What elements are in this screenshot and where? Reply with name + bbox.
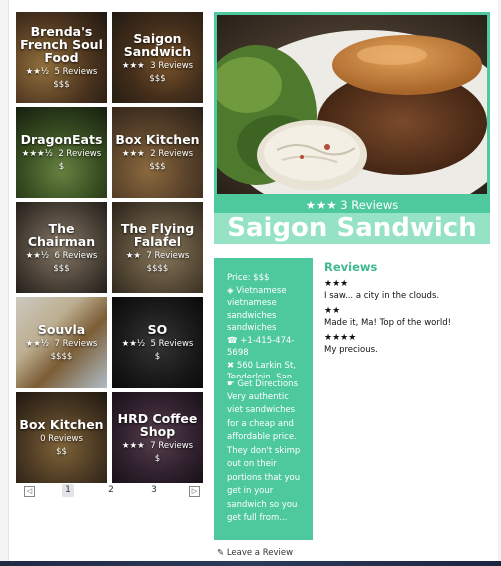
restaurant-price: $$$$ xyxy=(146,263,169,274)
restaurant-price: $$$$ xyxy=(50,352,73,362)
category-tag: vietnamese xyxy=(227,298,277,308)
restaurant-price: $$$ xyxy=(149,73,166,84)
restaurant-review-count: 5 Reviews xyxy=(150,339,194,349)
restaurant-review-count: 7 Reviews xyxy=(54,339,98,349)
restaurant-name: The Chairman xyxy=(27,220,96,249)
restaurant-review-count: 2 Reviews xyxy=(150,149,194,159)
restaurant-price: $ xyxy=(154,453,161,464)
restaurant-price: $$ xyxy=(56,447,67,457)
restaurant-review-count: 2 Reviews xyxy=(58,149,102,159)
restaurant-stars: ★★★ xyxy=(121,149,145,159)
restaurant-price: $ xyxy=(58,162,65,172)
restaurant-review-count: 6 Reviews xyxy=(54,250,98,261)
category-tag: sandwiches xyxy=(227,323,277,333)
restaurant-tile[interactable]: The Flying Falafel ★★ 7 Reviews $$$$ xyxy=(112,202,203,293)
restaurant-review-count: 7 Reviews xyxy=(146,250,190,261)
page-2-button[interactable]: 2 xyxy=(106,484,116,497)
review-text: I saw... a city in the clouds. xyxy=(324,291,440,301)
category-tag: sandwiches xyxy=(227,310,277,321)
restaurant-price: $$$ xyxy=(149,162,166,172)
restaurant-name: Box Kitchen xyxy=(19,417,104,432)
restaurant-stars: ★★★ xyxy=(121,440,145,451)
restaurant-hero-photo xyxy=(217,15,487,194)
price-label: Price: $$$ xyxy=(227,273,270,283)
restaurant-name: HRD Coffee Shop xyxy=(117,410,198,439)
restaurant-tile[interactable]: Box Kitchen 0 Reviews $$ xyxy=(16,392,107,483)
review-text: Made it, Ma! Top of the world! xyxy=(324,318,452,328)
restaurant-tile[interactable]: Saigon Sandwich ★★★ 3 Reviews $$$ xyxy=(112,12,203,103)
review-stars: ★★ xyxy=(324,306,341,316)
restaurant-name: Box Kitchen xyxy=(115,132,200,147)
selected-restaurant-name: Saigon Sandwich xyxy=(227,213,477,243)
page-3-button[interactable]: 3 xyxy=(149,484,159,497)
page-1-button[interactable]: 1 xyxy=(62,484,74,497)
restaurant-info-panel: Price: $$$ ◈ Vietnamese vietnamese sandw… xyxy=(214,258,313,540)
restaurant-name: DragonEats xyxy=(20,132,103,147)
restaurant-stars: ★★ xyxy=(125,250,141,261)
restaurant-name: Brenda's French Soul Food xyxy=(20,24,103,65)
restaurant-tile[interactable]: SO ★★½ 5 Reviews $ xyxy=(112,297,203,388)
restaurant-price: $$$ xyxy=(53,80,70,90)
restaurant-tile[interactable]: The Chairman ★★½ 6 Reviews $$$ xyxy=(16,202,107,293)
reviews-section: Reviews ★★★ I saw... a city in the cloud… xyxy=(324,260,494,355)
restaurant-price: $ xyxy=(154,352,161,362)
address: ✖ 560 Larkin St, xyxy=(227,360,296,371)
restaurant-review-count: 7 Reviews xyxy=(150,440,194,451)
restaurant-review-count: 5 Reviews xyxy=(54,67,98,77)
pagination: ◁ 1 2 3 ▷ xyxy=(22,484,202,498)
review-stars: ★★★★ xyxy=(324,333,357,343)
sandwich-photo-illustration xyxy=(217,15,487,194)
restaurant-stars: ★★½ xyxy=(121,339,146,349)
restaurant-stars: ★★★½ xyxy=(21,149,53,159)
phone-number-continued: 5698 xyxy=(227,348,249,358)
restaurant-description: Very authentic viet sandwiches for a che… xyxy=(227,391,301,524)
restaurant-tile[interactable]: DragonEats ★★★½ 2 Reviews $ xyxy=(16,107,107,198)
get-directions-link[interactable]: ☛ Get Directions xyxy=(227,378,303,391)
left-border xyxy=(0,0,9,561)
restaurant-stars: ★★½ xyxy=(25,250,50,261)
restaurant-tile[interactable]: HRD Coffee Shop ★★★ 7 Reviews $ xyxy=(112,392,203,483)
window-bottom-strip xyxy=(0,561,501,566)
restaurant-name: The Flying Falafel xyxy=(120,220,195,249)
restaurant-stars: ★★★ xyxy=(121,60,145,71)
reviews-heading: Reviews xyxy=(324,260,378,274)
restaurant-review-count: 0 Reviews xyxy=(40,434,83,444)
restaurant-stars: ★★½ xyxy=(25,339,50,349)
restaurant-tile[interactable]: Souvla ★★½ 7 Reviews $$$$ xyxy=(16,297,107,388)
category-label: ◈ Vietnamese xyxy=(227,285,287,296)
review-text: My precious. xyxy=(324,345,378,355)
selected-restaurant-header: ★★★ 3 Reviews Saigon Sandwich xyxy=(214,12,490,244)
restaurant-name: Saigon Sandwich xyxy=(123,30,192,59)
selected-restaurant-rating: ★★★ 3 Reviews xyxy=(305,198,399,212)
restaurant-stars: ★★½ xyxy=(25,67,50,77)
leave-review-button[interactable]: ✎ Leave a Review xyxy=(217,548,293,558)
review-stars: ★★★ xyxy=(324,279,349,289)
restaurant-name: Souvla xyxy=(37,322,86,337)
restaurant-name: SO xyxy=(147,322,168,337)
next-page-icon[interactable]: ▷ xyxy=(189,486,200,497)
restaurant-tile[interactable]: Box Kitchen ★★★ 2 Reviews $$$ xyxy=(112,107,203,198)
phone-number: ☎ +1-415-474- xyxy=(227,335,295,346)
restaurant-price: $$$ xyxy=(53,263,70,274)
restaurant-tile[interactable]: Brenda's French Soul Food ★★½ 5 Reviews … xyxy=(16,12,107,103)
restaurant-review-count: 3 Reviews xyxy=(150,60,194,71)
previous-page-icon[interactable]: ◁ xyxy=(24,486,35,497)
